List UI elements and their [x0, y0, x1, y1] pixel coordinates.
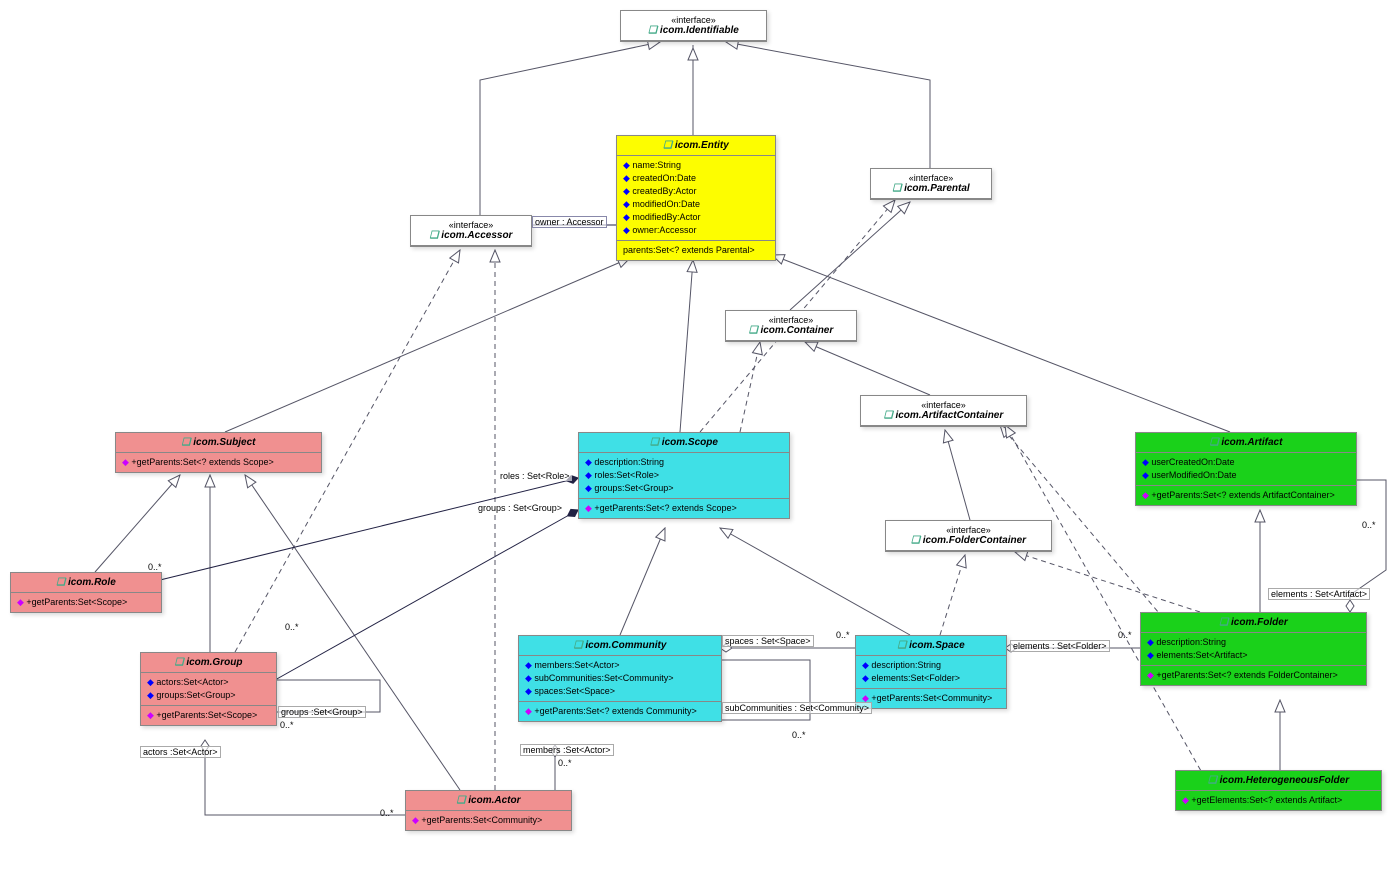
- label-groups-scope: groups : Set<Group>: [476, 503, 564, 513]
- class-identifiable: «interface»icom.Identifiable: [620, 10, 767, 42]
- attr: name:String: [623, 159, 769, 172]
- op: +getParents:Set<Community>: [412, 814, 565, 827]
- class-scope: icom.Scope description:String roles:Set<…: [578, 432, 790, 519]
- stereotype: «interface»: [892, 525, 1045, 535]
- class-title: icom.ArtifactContainer: [867, 410, 1020, 421]
- class-subject: icom.Subject +getParents:Set<? extends S…: [115, 432, 322, 473]
- class-role: icom.Role +getParents:Set<Scope>: [10, 572, 162, 613]
- attr: members:Set<Actor>: [525, 659, 715, 672]
- op: +getParents:Set<Scope>: [147, 709, 270, 722]
- attr: createdOn:Date: [623, 172, 769, 185]
- class-folder: icom.Folder description:String elements:…: [1140, 612, 1367, 686]
- op: +getParents:Set<? extends Scope>: [122, 456, 315, 469]
- class-parental: «interface»icom.Parental: [870, 168, 992, 200]
- stereotype: «interface»: [732, 315, 850, 325]
- op: +getParents:Set<? extends Scope>: [585, 502, 783, 515]
- op: +getParents:Set<? extends FolderContaine…: [1147, 669, 1360, 682]
- op: +getParents:Set<? extends ArtifactContai…: [1142, 489, 1350, 502]
- mult: 0..*: [1118, 630, 1132, 640]
- class-entity: icom.Entity name:String createdOn:Date c…: [616, 135, 776, 261]
- label-subcomm: subCommunities : Set<Community>: [722, 702, 872, 714]
- stereotype: «interface»: [867, 400, 1020, 410]
- class-title: icom.Parental: [877, 183, 985, 194]
- label-elements-artifact: elements : Set<Artifact>: [1268, 588, 1370, 600]
- class-community: icom.Community members:Set<Actor> subCom…: [518, 635, 722, 722]
- class-title: icom.Accessor: [417, 230, 525, 241]
- op: +getParents:Set<Community>: [862, 692, 1000, 705]
- mult: 0..*: [148, 562, 162, 572]
- op: +getParents:Set<Scope>: [17, 596, 155, 609]
- mult: 0..*: [558, 758, 572, 768]
- class-title: icom.Group: [147, 657, 270, 668]
- class-title: icom.FolderContainer: [892, 535, 1045, 546]
- label-owner: owner : Accessor: [532, 216, 607, 228]
- label-actors: actors :Set<Actor>: [140, 746, 221, 758]
- class-title: icom.Subject: [122, 437, 315, 448]
- attr: owner:Accessor: [623, 224, 769, 237]
- attr: description:String: [1147, 636, 1360, 649]
- attr: description:String: [862, 659, 1000, 672]
- label-groups-self: groups :Set<Group>: [278, 706, 366, 718]
- mult: 0..*: [792, 730, 806, 740]
- attr: parents:Set<? extends Parental>: [623, 245, 755, 255]
- attr: groups:Set<Group>: [147, 689, 270, 702]
- stereotype: «interface»: [877, 173, 985, 183]
- attr: modifiedOn:Date: [623, 198, 769, 211]
- attr: userCreatedOn:Date: [1142, 456, 1350, 469]
- op: +getElements:Set<? extends Artifact>: [1182, 794, 1375, 807]
- class-actor: icom.Actor +getParents:Set<Community>: [405, 790, 572, 831]
- attr: roles:Set<Role>: [585, 469, 783, 482]
- attr: subCommunities:Set<Community>: [525, 672, 715, 685]
- label-members: members :Set<Actor>: [520, 744, 614, 756]
- attr: spaces:Set<Space>: [525, 685, 715, 698]
- class-title: icom.Container: [732, 325, 850, 336]
- mult: 0..*: [836, 630, 850, 640]
- attr: actors:Set<Actor>: [147, 676, 270, 689]
- class-title: icom.Entity: [623, 140, 769, 151]
- class-title: icom.Folder: [1147, 617, 1360, 628]
- class-artifact-container: «interface»icom.ArtifactContainer: [860, 395, 1027, 427]
- op: +getParents:Set<? extends Community>: [525, 705, 715, 718]
- uml-diagram: «interface»icom.Identifiable «interface»…: [0, 0, 1400, 882]
- class-title: icom.HeterogeneousFolder: [1182, 775, 1375, 786]
- attr: groups:Set<Group>: [585, 482, 783, 495]
- mult: 0..*: [380, 808, 394, 818]
- class-folder-container: «interface»icom.FolderContainer: [885, 520, 1052, 552]
- class-title: icom.Scope: [585, 437, 783, 448]
- attr: description:String: [585, 456, 783, 469]
- class-accessor: «interface»icom.Accessor: [410, 215, 532, 247]
- class-group: icom.Group actors:Set<Actor> groups:Set<…: [140, 652, 277, 726]
- class-title: icom.Artifact: [1142, 437, 1350, 448]
- class-container: «interface»icom.Container: [725, 310, 857, 342]
- mult: 0..*: [285, 622, 299, 632]
- class-space: icom.Space description:String elements:S…: [855, 635, 1007, 709]
- class-title: icom.Space: [862, 640, 1000, 651]
- label-spaces: spaces : Set<Space>: [722, 635, 814, 647]
- mult: 0..*: [1362, 520, 1376, 530]
- attr: elements:Set<Folder>: [862, 672, 1000, 685]
- attr: createdBy:Actor: [623, 185, 769, 198]
- class-title: icom.Role: [17, 577, 155, 588]
- attr: elements:Set<Artifact>: [1147, 649, 1360, 662]
- label-roles: roles : Set<Role>: [498, 471, 572, 481]
- attr: userModifiedOn:Date: [1142, 469, 1350, 482]
- label-elements-folder: elements : Set<Folder>: [1010, 640, 1110, 652]
- class-title: icom.Actor: [412, 795, 565, 806]
- stereotype: «interface»: [417, 220, 525, 230]
- class-title: icom.Identifiable: [627, 25, 760, 36]
- stereotype: «interface»: [627, 15, 760, 25]
- class-artifact: icom.Artifact userCreatedOn:Date userMod…: [1135, 432, 1357, 506]
- attr: modifiedBy:Actor: [623, 211, 769, 224]
- class-het-folder: icom.HeterogeneousFolder +getElements:Se…: [1175, 770, 1382, 811]
- mult: 0..*: [280, 720, 294, 730]
- class-title: icom.Community: [525, 640, 715, 651]
